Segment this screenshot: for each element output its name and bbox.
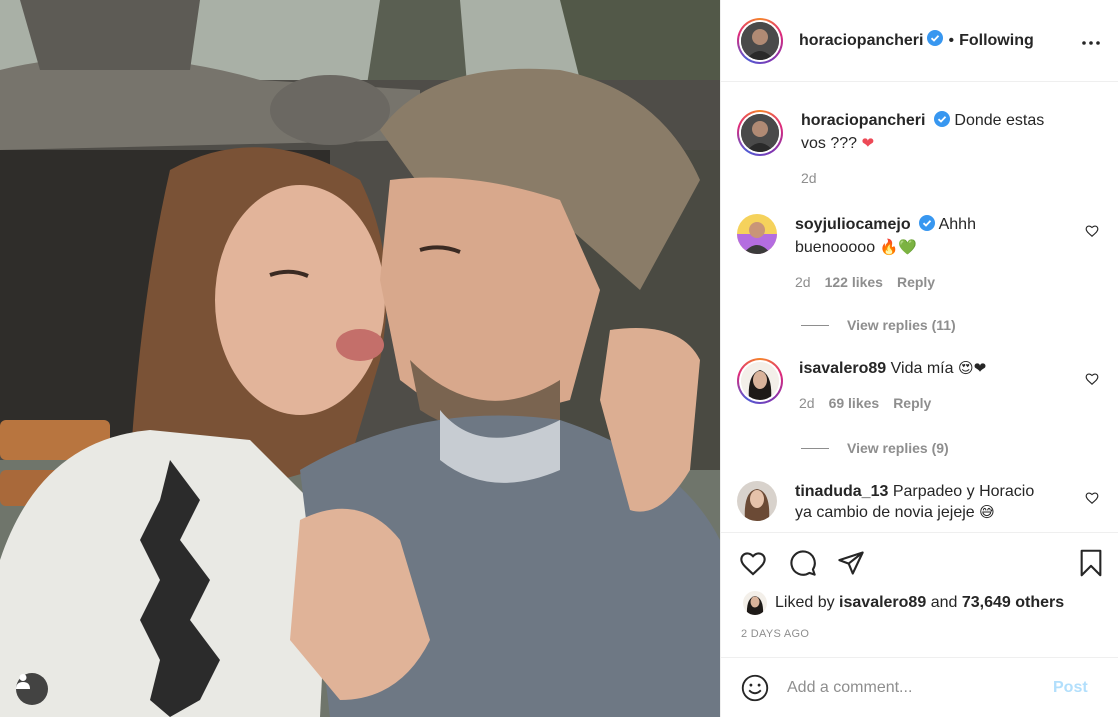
comment-emoji: 🔥💚 [879, 238, 917, 256]
liked-by-joiner: and [930, 594, 958, 611]
add-comment-bar: Post [721, 657, 1118, 717]
comments-list[interactable]: horaciopancheri Donde estas vos ??? ❤ 2d [721, 83, 1118, 532]
comment-username[interactable]: soyjuliocamejo [795, 216, 911, 233]
bookmark-icon[interactable] [1075, 547, 1107, 579]
verified-badge-icon [933, 111, 950, 133]
user-tag-icon[interactable] [16, 673, 48, 705]
liked-by-others[interactable]: 73,649 others [962, 594, 1064, 612]
comment-emoji: 😅 [979, 503, 995, 521]
following-button[interactable]: Following [959, 32, 1034, 50]
comment-emoji: 😍❤ [957, 359, 987, 377]
post-header: horaciopancheri • Following [721, 0, 1118, 82]
comment-text: Vida mía [890, 360, 954, 377]
post-photo[interactable] [0, 0, 720, 717]
likes-summary: Liked by isavalero89 and 73,649 others [743, 591, 1064, 615]
caption-username[interactable]: horaciopancheri [801, 112, 925, 129]
comment-like-heart-icon[interactable] [1085, 372, 1103, 390]
emoji-icon[interactable] [739, 672, 771, 704]
liked-by-prefix: Liked by [775, 594, 835, 611]
liked-by-user[interactable]: isavalero89 [839, 594, 926, 612]
verified-badge-icon [919, 215, 936, 237]
comment-avatar[interactable] [737, 214, 777, 254]
photo-illustration [0, 0, 720, 717]
comment-like-heart-icon[interactable] [1085, 491, 1103, 509]
comment-age: 2d [799, 395, 815, 411]
action-bar: Liked by isavalero89 and 73,649 others 2… [721, 532, 1118, 650]
reply-button[interactable]: Reply [897, 272, 935, 293]
comment-likes[interactable]: 122 likes [825, 272, 883, 293]
more-options-icon[interactable] [1079, 31, 1103, 55]
comment-icon[interactable] [787, 547, 819, 579]
post-side-panel: horaciopancheri • Following horaciopanch… [720, 0, 1118, 717]
author-avatar[interactable] [737, 17, 783, 64]
post-timestamp[interactable]: 2 DAYS AGO [741, 628, 809, 640]
view-replies-button[interactable]: View replies (11) [801, 317, 956, 333]
comment-username[interactable]: isavalero89 [799, 360, 886, 377]
caption-avatar[interactable] [737, 110, 783, 156]
comment-item: tinaduda_13 Parpadeo y Horacio ya cambio… [737, 481, 1103, 523]
author-username[interactable]: horaciopancheri [799, 32, 923, 50]
comment-avatar[interactable] [737, 481, 777, 521]
share-icon[interactable] [835, 547, 867, 579]
comment-item: soyjuliocamejo Ahhh buenooooo 🔥💚 2d 122 … [737, 214, 1103, 293]
caption-emoji: ❤ [861, 134, 875, 152]
reply-button[interactable]: Reply [893, 393, 931, 414]
comment-username[interactable]: tinaduda_13 [795, 483, 888, 500]
comment-input[interactable] [787, 678, 1047, 697]
comment-likes[interactable]: 69 likes [829, 393, 880, 414]
caption: horaciopancheri Donde estas vos ??? ❤ 2d [737, 110, 1103, 189]
comment-item: isavalero89 Vida mía 😍❤ 2d 69 likes Repl… [737, 358, 1103, 414]
comment-age: 2d [795, 274, 811, 290]
separator-dot: • [948, 31, 955, 49]
heart-icon[interactable] [737, 547, 769, 579]
verified-badge-icon [927, 30, 944, 51]
post-comment-button[interactable]: Post [1053, 679, 1088, 697]
caption-age: 2d [801, 170, 817, 186]
view-replies-button[interactable]: View replies (9) [801, 440, 949, 456]
liker-avatar[interactable] [743, 591, 767, 615]
comment-avatar[interactable] [737, 358, 783, 404]
comment-like-heart-icon[interactable] [1085, 224, 1103, 242]
